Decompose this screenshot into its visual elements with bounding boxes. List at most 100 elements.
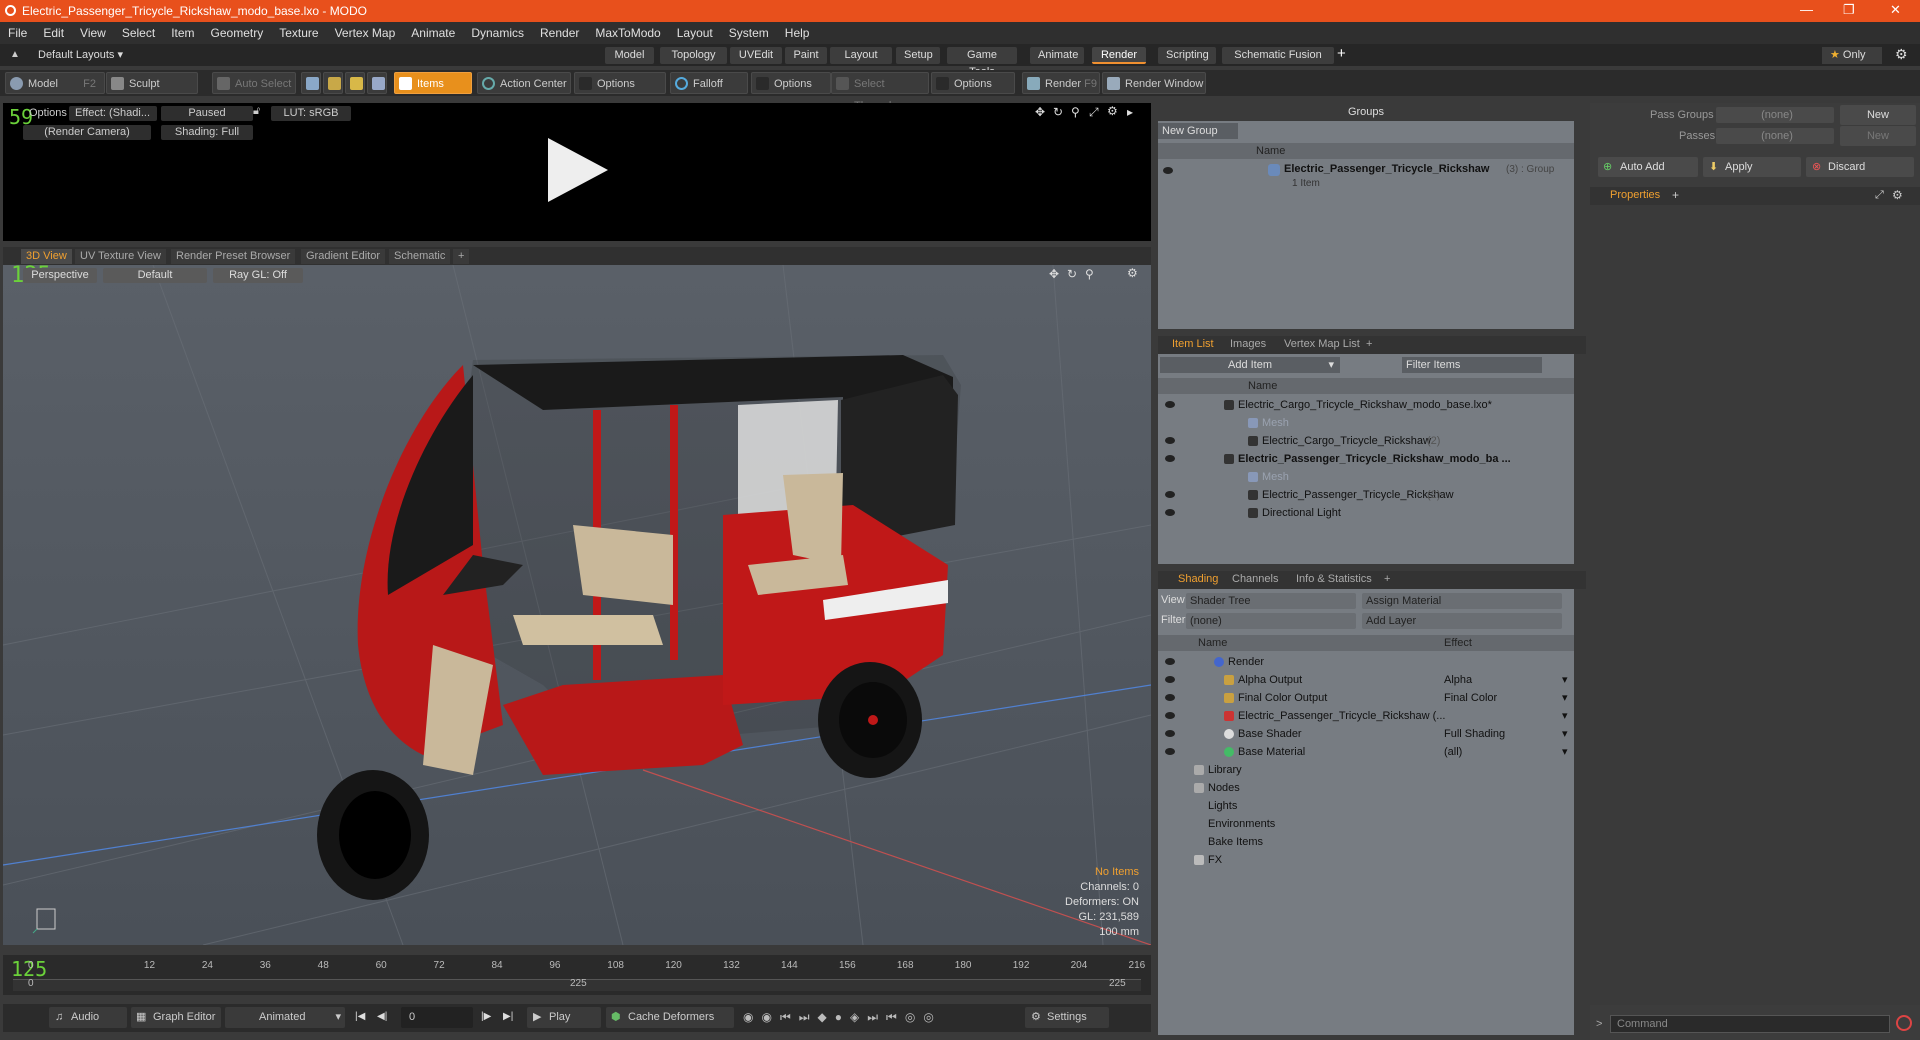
menu-render[interactable]: Render [532, 22, 587, 44]
tab--[interactable]: + [453, 249, 470, 264]
layout-icon[interactable]: ▲ [10, 49, 20, 60]
step-forward-icon[interactable]: |▶ [481, 1011, 491, 1022]
shader-row[interactable]: Base Material (all) ▾ [1158, 743, 1574, 761]
shader-row-effect[interactable]: Alpha [1444, 671, 1472, 689]
menu-file[interactable]: File [0, 22, 35, 44]
eye-icon[interactable] [1165, 694, 1175, 701]
eye-icon[interactable] [1165, 712, 1175, 719]
eye-icon[interactable] [1165, 730, 1175, 737]
cache-deformers-button[interactable]: ⬢ Cache Deformers [606, 1007, 734, 1028]
action-center-button[interactable]: Action Center [477, 72, 571, 94]
menu-vertex-map[interactable]: Vertex Map [327, 22, 404, 44]
new-pass-button[interactable]: New [1840, 126, 1916, 146]
list-item[interactable]: Electric_Passenger_Tricycle_Rickshaw (2) [1158, 486, 1574, 504]
minimize-icon[interactable]: — [1800, 2, 1813, 17]
eye-icon[interactable] [1165, 676, 1175, 683]
only-toggle[interactable]: ★ Only [1822, 47, 1882, 64]
new-group-button[interactable]: New Group [1158, 123, 1238, 139]
close-icon[interactable]: ✕ [1890, 2, 1901, 18]
eye-icon[interactable] [1165, 401, 1175, 408]
restore-icon[interactable]: ❐ [1843, 2, 1855, 18]
shader-row[interactable]: Nodes [1158, 779, 1574, 797]
menu-layout[interactable]: Layout [669, 22, 721, 44]
perspective-dropdown[interactable]: Perspective [23, 268, 97, 283]
chevron-down-icon[interactable]: ▾ [1562, 725, 1568, 743]
default-layouts-dropdown[interactable]: Default Layouts ▾ [38, 48, 123, 61]
key-icons[interactable]: ◉◉⏮⏭◆●◈⏭⏮◎◎ [743, 1010, 942, 1025]
tab--[interactable]: + [1366, 338, 1372, 350]
tab-item-list[interactable]: Item List [1172, 338, 1214, 350]
menu-dynamics[interactable]: Dynamics [463, 22, 532, 44]
gear-icon[interactable]: ⚙ [1107, 104, 1118, 118]
lock-icon[interactable]: 🔓︎ [253, 105, 260, 118]
tab-model[interactable]: Model [605, 47, 654, 64]
tab-setup[interactable]: Setup [896, 47, 940, 64]
add-tab-icon[interactable]: + [1337, 45, 1346, 62]
eye-icon[interactable] [1165, 658, 1175, 665]
select-through-button[interactable]: Select Through [831, 72, 929, 112]
menu-geometry[interactable]: Geometry [203, 22, 272, 44]
render-button[interactable]: Render F9 [1022, 72, 1100, 94]
menu-edit[interactable]: Edit [35, 22, 72, 44]
step-back-icon[interactable]: ◀| [377, 1011, 387, 1022]
falloff-button[interactable]: Falloff [670, 72, 748, 94]
tab-game-tools[interactable]: Game Tools [947, 47, 1017, 78]
list-item[interactable]: Mesh [1158, 414, 1574, 432]
menu-select[interactable]: Select [114, 22, 163, 44]
maximize-icon[interactable]: ⤢ [1875, 189, 1884, 202]
tab-paint[interactable]: Paint [785, 47, 827, 64]
shader-row[interactable]: Bake Items [1158, 833, 1574, 851]
arrow-right-icon[interactable]: ▸ [1127, 105, 1133, 119]
tab-schematic[interactable]: Schematic [389, 249, 451, 264]
materials-mode-button[interactable] [367, 72, 387, 94]
rotate-icon[interactable]: ↻ [1067, 267, 1077, 281]
shading-dropdown[interactable]: Shading: Full [161, 125, 253, 140]
play-icon[interactable] [543, 135, 613, 205]
gear-icon[interactable]: ⚙ [1892, 188, 1903, 202]
maximize-icon[interactable]: ⤢ [1089, 105, 1099, 120]
list-item[interactable]: Mesh [1158, 468, 1574, 486]
menu-maxtomodo[interactable]: MaxToModo [587, 22, 668, 44]
skip-end-icon[interactable]: ▶| [503, 1011, 513, 1022]
tab-vertex-map-list[interactable]: Vertex Map List [1284, 338, 1360, 350]
edges-mode-button[interactable] [323, 72, 343, 94]
shader-row[interactable]: Environments [1158, 815, 1574, 833]
list-item[interactable]: Electric_Passenger_Tricycle_Rickshaw_mod… [1158, 450, 1574, 468]
tab-render[interactable]: Render [1092, 47, 1146, 64]
tab-render-preset-browser[interactable]: Render Preset Browser [171, 249, 296, 264]
raygl-dropdown[interactable]: Ray GL: Off [213, 268, 303, 283]
auto-select-button[interactable]: Auto Select [212, 72, 296, 94]
tab-gradient-editor[interactable]: Gradient Editor [301, 249, 385, 264]
add-item-dropdown[interactable]: Add Item ▾ [1160, 357, 1340, 373]
menu-animate[interactable]: Animate [403, 22, 463, 44]
timeline[interactable]: 125 0 12 24 36 48 60 72 84 96 108 120 132 144 156 168 1… [3, 955, 1151, 995]
3d-viewport[interactable]: 125 Perspective Default Ray GL: Off ✥ ↻ … [3, 265, 1151, 945]
list-item[interactable]: Electric_Cargo_Tricycle_Rickshaw_modo_ba… [1158, 396, 1574, 414]
vertices-mode-button[interactable] [301, 72, 321, 94]
chevron-down-icon[interactable]: ▾ [1562, 671, 1568, 689]
pass-groups-dropdown[interactable]: (none) [1716, 107, 1834, 123]
tab-shading[interactable]: Shading [1178, 573, 1218, 585]
paused-button[interactable]: Paused [161, 106, 253, 121]
zoom-icon[interactable]: ⚲ [1085, 267, 1094, 281]
tab-animate[interactable]: Animate [1030, 47, 1084, 64]
tab-uvedit[interactable]: UVEdit [730, 47, 782, 64]
shader-row[interactable]: Render [1158, 653, 1574, 671]
effect-dropdown[interactable]: Effect: (Shadi... [69, 106, 157, 121]
polygons-mode-button[interactable] [345, 72, 365, 94]
chevron-down-icon[interactable]: ▾ [1562, 743, 1568, 761]
shader-row[interactable]: Electric_Passenger_Tricycle_Rickshaw (..… [1158, 707, 1574, 725]
eye-icon[interactable] [1165, 491, 1175, 498]
eye-icon[interactable] [1165, 437, 1175, 444]
filter-dropdown[interactable]: (none) [1186, 613, 1356, 629]
rotate-icon[interactable]: ↻ [1053, 105, 1063, 119]
graph-editor-button[interactable]: ▦ Graph Editor [131, 1007, 221, 1028]
settings-button[interactable]: ⚙ Settings [1025, 1007, 1109, 1028]
tab-topology[interactable]: Topology [660, 47, 727, 64]
record-icon[interactable] [1896, 1015, 1912, 1031]
shader-row[interactable]: Alpha Output Alpha ▾ [1158, 671, 1574, 689]
shader-row-effect[interactable]: Final Color [1444, 689, 1497, 707]
frame-input[interactable]: 0 [401, 1007, 473, 1028]
list-item[interactable]: Electric_Cargo_Tricycle_Rickshaw (2) [1158, 432, 1574, 450]
tab-channels[interactable]: Channels [1232, 573, 1278, 585]
